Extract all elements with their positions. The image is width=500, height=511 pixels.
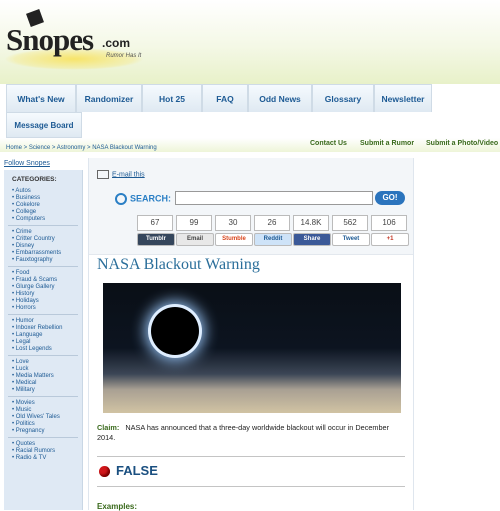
category-divider: [8, 225, 78, 226]
category-link[interactable]: • History: [12, 291, 34, 297]
category-link[interactable]: • Luck: [12, 366, 28, 372]
share-button[interactable]: Tweet: [332, 233, 370, 246]
main-content: E-mail this SEARCH: GO! 67 99 30 26 14.8K 562…: [88, 158, 414, 511]
go-button[interactable]: GO!: [375, 191, 405, 205]
tab-newsletter[interactable]: Newsletter: [374, 84, 432, 112]
tab-randomizer[interactable]: Randomizer: [76, 84, 142, 112]
claim-text: Claim: NASA has announced that a three-d…: [97, 423, 407, 443]
share-button[interactable]: +1: [371, 233, 409, 246]
category-link[interactable]: • Quotes: [12, 441, 35, 447]
category-link[interactable]: • Computers: [12, 216, 45, 222]
category-link[interactable]: • Love: [12, 359, 29, 365]
category-link[interactable]: • Holidays: [12, 298, 39, 304]
category-link[interactable]: • Pregnancy: [12, 428, 44, 434]
category-link[interactable]: • Autos: [12, 188, 31, 194]
breadcrumb[interactable]: Home > Science > Astronomy > NASA Blacko…: [6, 145, 157, 151]
divider: [97, 456, 405, 457]
share-count: 67: [137, 215, 173, 231]
category-link[interactable]: • Legal: [12, 339, 30, 345]
category-link[interactable]: • College: [12, 209, 36, 215]
status-text: FALSE: [116, 463, 158, 478]
category-link[interactable]: • Fauxtography: [12, 257, 52, 263]
share-count: 99: [176, 215, 212, 231]
category-link[interactable]: • Radio & TV: [12, 455, 46, 461]
category-link[interactable]: • Music: [12, 407, 31, 413]
category-divider: [8, 314, 78, 315]
right-column: [414, 158, 500, 510]
tab-faq[interactable]: FAQ: [202, 84, 248, 112]
article-title: NASA Blackout Warning: [97, 256, 260, 273]
categories-heading: CATEGORIES:: [12, 176, 57, 183]
main-nav: What's New Randomizer Hot 25 FAQ Odd New…: [6, 84, 500, 112]
search-label: SEARCH:: [115, 193, 171, 205]
category-divider: [8, 396, 78, 397]
red-dot-icon: [99, 466, 110, 478]
category-link[interactable]: • Embarrassments: [12, 250, 61, 256]
search-label-text: SEARCH:: [130, 193, 172, 204]
category-link[interactable]: • Inboxer Rebellion: [12, 325, 62, 331]
category-link[interactable]: • Racial Rumors: [12, 448, 55, 454]
snopes-logo[interactable]: Snopes .com Rumor Has It: [4, 8, 156, 70]
claim-body: NASA has announced that a three-day worl…: [97, 423, 390, 442]
eclipse-photo: [103, 283, 401, 413]
tab-glossary[interactable]: Glossary: [312, 84, 374, 112]
category-link[interactable]: • Medical: [12, 380, 36, 386]
contact-us-link[interactable]: Contact Us: [310, 140, 347, 147]
share-count: 106: [371, 215, 407, 231]
divider: [97, 486, 405, 487]
share-box: E-mail this SEARCH: GO! 67 99 30 26 14.8K 562…: [89, 158, 413, 255]
share-button[interactable]: Email: [176, 233, 214, 246]
category-link[interactable]: • Politics: [12, 421, 35, 427]
eclipse-ring: [151, 307, 199, 355]
email-this-label: E-mail this: [112, 171, 145, 179]
envelope-icon: [97, 170, 109, 179]
tab-message-board[interactable]: Message Board: [6, 112, 82, 138]
site-header: Snopes .com Rumor Has It: [0, 0, 500, 84]
share-count: 30: [215, 215, 251, 231]
submit-rumor-link[interactable]: Submit a Rumor: [360, 140, 414, 147]
tab-hot-25[interactable]: Hot 25: [142, 84, 202, 112]
logo-word: Snopes: [6, 22, 94, 57]
category-divider: [8, 355, 78, 356]
category-link[interactable]: • Glurge Gallery: [12, 284, 54, 290]
follow-snopes-link[interactable]: Follow Snopes: [4, 160, 82, 167]
category-link[interactable]: • Language: [12, 332, 42, 338]
category-link[interactable]: • Lost Legends: [12, 346, 52, 352]
logo-com: .com: [102, 36, 131, 50]
tab-whats-new[interactable]: What's New: [6, 84, 76, 112]
search-icon: [115, 193, 127, 205]
category-link[interactable]: • Humor: [12, 318, 34, 324]
share-button[interactable]: Reddit: [254, 233, 292, 246]
submit-photo-link[interactable]: Submit a Photo/Video: [426, 140, 498, 147]
category-link[interactable]: • Old Wives' Tales: [12, 414, 60, 420]
category-link[interactable]: • Crime: [12, 229, 32, 235]
category-link[interactable]: • Media Matters: [12, 373, 54, 379]
category-link[interactable]: • Critter Country: [12, 236, 55, 242]
secondary-nav: Message Board: [6, 112, 500, 138]
category-link[interactable]: • Business: [12, 195, 40, 201]
email-this-link[interactable]: E-mail this: [97, 170, 145, 179]
share-button[interactable]: Stumble: [215, 233, 253, 246]
category-link[interactable]: • Disney: [12, 243, 34, 249]
category-divider: [8, 266, 78, 267]
category-link[interactable]: • Horrors: [12, 305, 36, 311]
share-button[interactable]: Tumblr: [137, 233, 175, 246]
categories-box: CATEGORIES: • Autos • Business • Cokelore •…: [4, 170, 83, 510]
category-link[interactable]: • Food: [12, 270, 29, 276]
category-link[interactable]: • Movies: [12, 400, 35, 406]
sidebar: Follow Snopes CATEGORIES: • Autos • Busin…: [4, 160, 83, 510]
category-link[interactable]: • Fraud & Scams: [12, 277, 57, 283]
category-link[interactable]: • Cokelore: [12, 202, 40, 208]
share-count: 26: [254, 215, 290, 231]
status-badge: FALSE: [99, 463, 158, 478]
tab-odd-news[interactable]: Odd News: [248, 84, 312, 112]
logo-tagline: Rumor Has It: [106, 53, 142, 59]
category-divider: [8, 437, 78, 438]
share-count: 14.8K: [293, 215, 329, 231]
search-input[interactable]: [175, 191, 373, 205]
claim-label: Claim:: [97, 423, 120, 432]
share-button[interactable]: Share: [293, 233, 331, 246]
share-count: 562: [332, 215, 368, 231]
category-link[interactable]: • Military: [12, 387, 35, 393]
